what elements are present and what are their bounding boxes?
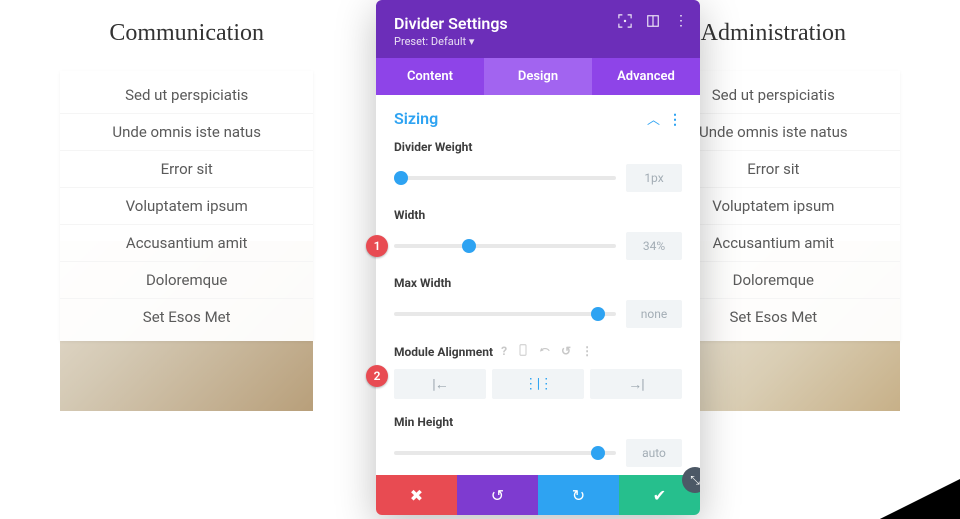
- list-item[interactable]: Doloremque: [60, 262, 313, 299]
- hover-icon[interactable]: [539, 344, 551, 359]
- preset-label[interactable]: Preset: Default ▾: [394, 35, 682, 48]
- section-menu-icon[interactable]: ⋮: [668, 112, 682, 128]
- align-left-button[interactable]: |←: [394, 369, 486, 399]
- list-item[interactable]: Error sit: [60, 151, 313, 188]
- list-item[interactable]: Unde omnis iste natus: [60, 114, 313, 151]
- field-min-height: Min Height auto: [394, 415, 682, 467]
- redo-button[interactable]: ↻: [538, 475, 619, 515]
- help-icon[interactable]: ?: [501, 344, 507, 359]
- focus-icon[interactable]: [618, 14, 632, 28]
- panel-tabs: Content Design Advanced: [376, 58, 700, 95]
- field-label: Max Width: [394, 276, 682, 290]
- field-width: Width 34%: [394, 208, 682, 260]
- panel-header[interactable]: Divider Settings Preset: Default ▾ ⋮: [376, 0, 700, 58]
- column-title: Communication: [60, 20, 313, 47]
- tab-advanced[interactable]: Advanced: [592, 58, 700, 95]
- callout-marker-2: 2: [366, 365, 388, 387]
- field-label: Min Height: [394, 415, 682, 429]
- list-card: Sed ut perspiciatis Unde omnis iste natu…: [60, 71, 313, 341]
- list-item[interactable]: Accusantium amit: [60, 225, 313, 262]
- collapse-icon[interactable]: ︿: [647, 113, 660, 128]
- field-label: Divider Weight: [394, 140, 682, 154]
- menu-dots-icon[interactable]: ⋮: [581, 344, 593, 359]
- cancel-button[interactable]: ✖: [376, 475, 457, 515]
- maxwidth-value[interactable]: none: [626, 300, 682, 328]
- list-item[interactable]: Voluptatem ipsum: [60, 188, 313, 225]
- tab-design[interactable]: Design: [484, 58, 592, 95]
- list-item[interactable]: Set Esos Met: [60, 299, 313, 335]
- undo-button[interactable]: ↺: [457, 475, 538, 515]
- bg-column-communication: Communication Sed ut perspiciatis Unde o…: [60, 20, 313, 499]
- menu-dots-icon[interactable]: ⋮: [674, 14, 688, 28]
- minheight-slider[interactable]: [394, 451, 616, 455]
- width-slider[interactable]: [394, 244, 616, 248]
- align-center-button[interactable]: ⋮|⋮: [492, 369, 584, 399]
- reset-icon[interactable]: ↺: [561, 344, 571, 359]
- list-item[interactable]: Sed ut perspiciatis: [60, 77, 313, 114]
- corner-decoration: [880, 485, 950, 519]
- field-max-width: Max Width none: [394, 276, 682, 328]
- weight-slider[interactable]: [394, 176, 616, 180]
- section-title[interactable]: Sizing: [394, 109, 438, 128]
- maxwidth-slider[interactable]: [394, 312, 616, 316]
- phone-icon[interactable]: [517, 344, 529, 359]
- panel-footer: ✖ ↺ ↻ ✔: [376, 475, 700, 515]
- callout-marker-1: 1: [366, 235, 388, 257]
- minheight-value[interactable]: auto: [626, 439, 682, 467]
- panel-body: Sizing ︿ ⋮ Divider Weight 1px Width 34% …: [376, 95, 700, 475]
- settings-panel: Divider Settings Preset: Default ▾ ⋮ Con…: [376, 0, 700, 515]
- columns-icon[interactable]: [646, 14, 660, 28]
- field-module-alignment: Module Alignment ? ↺ ⋮ |← ⋮|⋮ →|: [394, 344, 682, 399]
- align-right-button[interactable]: →|: [590, 369, 682, 399]
- weight-value[interactable]: 1px: [626, 164, 682, 192]
- width-value[interactable]: 34%: [626, 232, 682, 260]
- field-label: Width: [394, 208, 682, 222]
- tab-content[interactable]: Content: [376, 58, 484, 95]
- field-divider-weight: Divider Weight 1px: [394, 140, 682, 192]
- field-label: Module Alignment: [394, 345, 493, 359]
